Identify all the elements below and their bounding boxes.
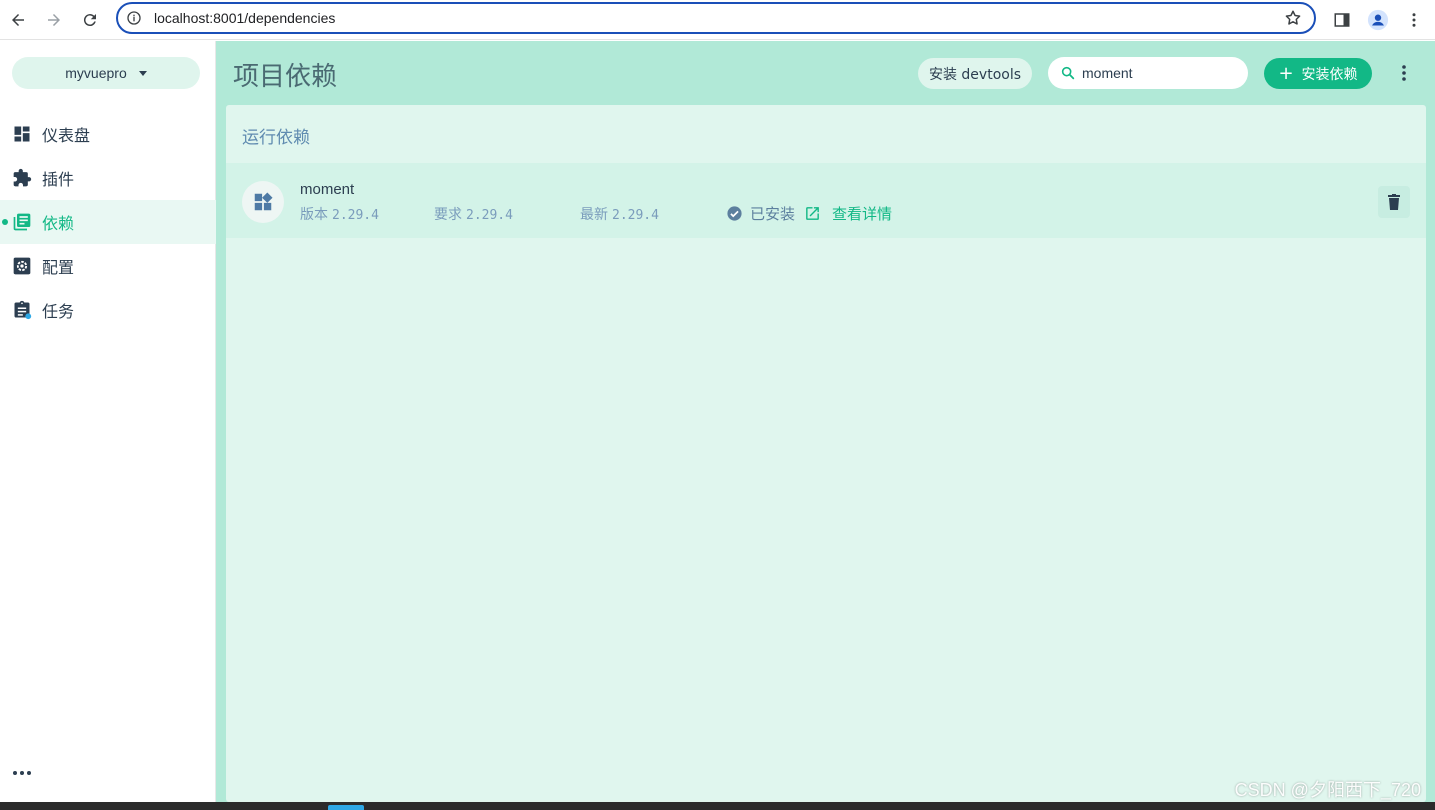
reload-icon	[83, 14, 96, 27]
wanted-label: 要求	[434, 207, 462, 223]
reload-button[interactable]	[76, 6, 104, 34]
version-info: 版本 2.29.4	[300, 204, 379, 224]
dependencies-panel: 运行依赖 moment 版本 2.29.4 要求 2.29.4 最新 2.29.4 已…	[226, 105, 1426, 802]
profile-button[interactable]	[1364, 6, 1392, 34]
caret-down-icon	[138, 70, 147, 76]
check-circle-icon	[727, 206, 742, 221]
install-devtools-button[interactable]: 安装 devtools	[918, 58, 1032, 89]
forward-button[interactable]	[40, 6, 68, 34]
uninstall-button[interactable]	[1378, 186, 1410, 218]
arrow-right-icon	[48, 14, 60, 26]
profile-avatar-icon	[1367, 9, 1389, 31]
address-bar[interactable]: localhost:8001/dependencies	[116, 2, 1316, 34]
side-panel-button[interactable]	[1328, 6, 1356, 34]
sidebar-item-label: 配置	[42, 258, 75, 277]
side-panel-icon	[1334, 13, 1350, 27]
arrow-left-icon	[12, 14, 24, 26]
view-details-link[interactable]: 查看详情	[804, 203, 892, 224]
dependency-name: moment	[300, 181, 355, 198]
taskbar-active-indicator	[328, 805, 364, 810]
sidebar: myvuepro 仪表盘 插件 依赖 配置 任务	[0, 41, 216, 802]
watermark: CSDN @夕阳西下_720	[1234, 780, 1421, 800]
settings-applications-icon	[12, 256, 32, 276]
back-button[interactable]	[4, 6, 32, 34]
installed-status: 已安装	[726, 203, 795, 224]
wanted-value: 2.29.4	[466, 208, 513, 223]
sidebar-item-plugins[interactable]: 插件	[0, 156, 216, 200]
install-dependency-label: 安装依赖	[1301, 66, 1358, 83]
sidebar-item-tasks[interactable]: 任务	[0, 288, 216, 332]
main-content: 项目依赖 安装 devtools + 安装依赖 运行依赖 moment 版本 2.…	[216, 41, 1435, 802]
assignment-icon	[12, 300, 32, 320]
package-avatar	[242, 181, 284, 223]
project-name: myvuepro	[65, 65, 127, 81]
sidebar-item-label: 插件	[42, 170, 75, 189]
browser-menu-button[interactable]	[1400, 6, 1428, 34]
sidebar-item-dashboard[interactable]: 仪表盘	[0, 112, 216, 156]
trash-icon	[1388, 194, 1400, 210]
plus-icon: +	[1278, 62, 1294, 84]
search-input[interactable]	[1082, 63, 1232, 83]
sidebar-item-label: 仪表盘	[42, 126, 91, 145]
puzzle-icon	[12, 168, 32, 188]
sidebar-item-configuration[interactable]: 配置	[0, 244, 216, 288]
bookmark-star-icon[interactable]	[1284, 9, 1302, 27]
latest-label: 最新	[580, 207, 608, 223]
dependency-row[interactable]: moment 版本 2.29.4 要求 2.29.4 最新 2.29.4 已安装 查看…	[226, 163, 1426, 238]
vertical-dots-icon[interactable]	[1394, 63, 1414, 83]
installed-label: 已安装	[750, 205, 796, 223]
url-text: localhost:8001/dependencies	[154, 10, 336, 26]
open-in-new-icon	[806, 207, 819, 220]
sidebar-item-label: 任务	[42, 302, 75, 321]
vertical-dots-icon	[1412, 13, 1416, 27]
install-dependency-button[interactable]: + 安装依赖	[1264, 58, 1372, 89]
wanted-info: 要求 2.29.4	[434, 204, 513, 224]
search-field[interactable]	[1048, 57, 1248, 89]
view-details-label: 查看详情	[832, 205, 893, 223]
taskbar	[0, 802, 1435, 810]
page-title: 项目依赖	[233, 62, 338, 92]
project-selector[interactable]: myvuepro	[12, 57, 200, 89]
browser-toolbar: localhost:8001/dependencies	[0, 0, 1435, 40]
version-label: 版本	[300, 207, 328, 223]
more-horizontal-icon[interactable]	[12, 768, 32, 778]
version-value: 2.29.4	[332, 208, 379, 223]
section-title: 运行依赖	[242, 128, 310, 148]
dashboard-icon	[12, 124, 32, 144]
sidebar-item-dependencies[interactable]: 依赖	[0, 200, 216, 244]
latest-info: 最新 2.29.4	[580, 204, 659, 224]
info-icon	[127, 11, 141, 25]
sidebar-item-label: 依赖	[42, 214, 75, 233]
widgets-icon	[254, 192, 273, 211]
search-icon	[1061, 66, 1075, 80]
sidebar-nav: 仪表盘 插件 依赖 配置 任务	[0, 112, 216, 332]
library-books-icon	[12, 212, 32, 232]
latest-value: 2.29.4	[612, 208, 659, 223]
